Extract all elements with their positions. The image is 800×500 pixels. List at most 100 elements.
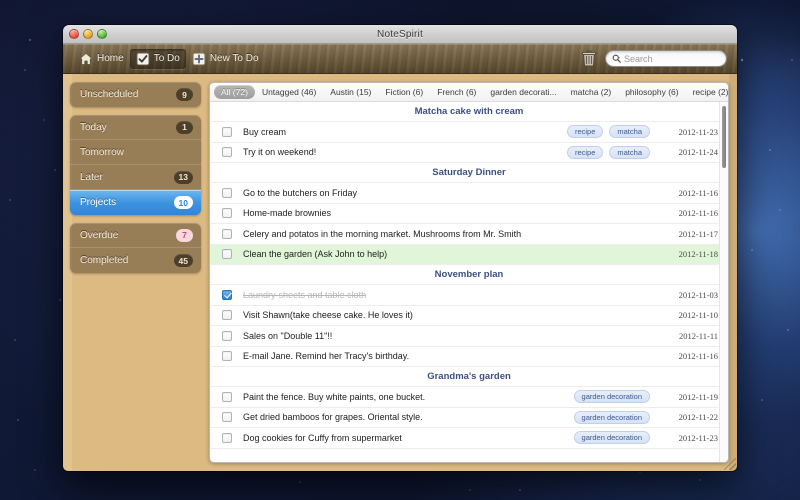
todo-row[interactable]: E-mail Jane. Remind her Tracy's birthday…	[210, 346, 728, 367]
sidebar-item-overdue[interactable]: Overdue 7	[70, 223, 201, 248]
sidebar-item-later[interactable]: Later 13	[70, 165, 201, 190]
todo-date: 2012-11-03	[678, 289, 718, 300]
checkbox-checked-icon[interactable]	[222, 289, 232, 300]
tag-pill[interactable]: recipe	[566, 145, 604, 159]
toolbar-button-new-todo[interactable]: New To Do	[186, 49, 265, 69]
search-input[interactable]	[624, 53, 720, 64]
todo-date: 2012-11-24	[678, 147, 718, 158]
sidebar-item-badge: 9	[176, 88, 193, 101]
tag-filter-all[interactable]: All (72)	[214, 85, 255, 99]
sidebar-item-badge: 45	[173, 254, 193, 267]
tag-filter-untagged[interactable]: Untagged (46)	[255, 85, 323, 99]
vertical-scrollbar[interactable]	[719, 102, 728, 462]
todo-tags: garden decoration	[573, 431, 650, 445]
toolbar: Home To Do New To Do	[63, 44, 737, 74]
todo-text: Paint the fence. Buy white paints, one b…	[243, 391, 426, 402]
toolbar-button-todo[interactable]: To Do	[129, 48, 186, 69]
todo-date: 2012-11-23	[678, 432, 718, 443]
tag-filter-bar: All (72) Untagged (46) Austin (15) Ficti…	[210, 83, 728, 102]
checkbox-icon[interactable]	[222, 351, 232, 362]
sidebar-item-label: Unscheduled	[80, 89, 139, 100]
tag-filter-french[interactable]: French (6)	[430, 85, 483, 99]
todo-group-header: Saturday Dinner	[210, 163, 728, 183]
toolbar-button-home[interactable]: Home	[73, 49, 130, 69]
todo-row[interactable]: Buy cream recipe matcha 2012-11-23	[210, 122, 728, 143]
todo-row[interactable]: Get dried bamboos for grapes. Oriental s…	[210, 407, 728, 428]
todo-tags: garden decoration	[573, 390, 650, 404]
todo-row[interactable]: Clean the garden (Ask John to help) 2012-…	[210, 244, 728, 265]
sidebar-item-today[interactable]: Today 1	[70, 115, 201, 140]
tag-filter-fiction[interactable]: Fiction (6)	[378, 85, 430, 99]
checkbox-icon	[136, 52, 149, 65]
title-bar[interactable]: NoteSpirit	[63, 25, 737, 44]
todo-row[interactable]: Paint the fence. Buy white paints, one b…	[210, 387, 728, 408]
sidebar-item-label: Completed	[80, 255, 129, 266]
sidebar-group-3: Overdue 7 Completed 45	[70, 223, 201, 273]
todo-date: 2012-11-23	[678, 126, 718, 137]
sidebar-group-2: Today 1 Tomorrow Later 13 Projects 10	[70, 115, 201, 215]
sidebar-item-completed[interactable]: Completed 45	[70, 248, 201, 273]
todo-row[interactable]: Sales on "Double 11"!! 2012-11-11	[210, 326, 728, 347]
todo-list-wrapper: Matcha cake with cream Buy cream recipe mat…	[210, 102, 728, 462]
tag-filter-austin[interactable]: Austin (15)	[323, 85, 378, 99]
tag-pill[interactable]: matcha	[609, 125, 650, 139]
todo-list: Matcha cake with cream Buy cream recipe mat…	[210, 102, 728, 462]
todo-text: Try it on weekend!	[243, 147, 317, 158]
scrollbar-thumb[interactable]	[722, 106, 726, 168]
close-button[interactable]	[69, 29, 79, 39]
todo-row[interactable]: Dog cookies for Cuffy from supermarket ga…	[210, 428, 728, 449]
tag-pill[interactable]: garden decoration	[573, 390, 650, 404]
todo-text: E-mail Jane. Remind her Tracy's birthday…	[243, 351, 410, 362]
checkbox-icon[interactable]	[222, 126, 232, 137]
sidebar-item-badge: 13	[173, 170, 193, 184]
new-todo-icon	[192, 52, 205, 65]
tag-filter-recipe[interactable]: recipe (2)	[686, 85, 728, 99]
todo-text: Dog cookies for Cuffy from supermarket	[243, 432, 402, 443]
todo-row[interactable]: Go to the butchers on Friday 2012-11-16	[210, 183, 728, 204]
sidebar-item-label: Today	[80, 121, 107, 133]
sidebar-group-1: Unscheduled 9	[70, 82, 201, 107]
sidebar-item-unscheduled[interactable]: Unscheduled 9	[70, 82, 201, 107]
todo-row[interactable]: Home-made brownies 2012-11-16	[210, 203, 728, 224]
todo-date: 2012-11-11	[678, 330, 718, 341]
todo-text: Clean the garden (Ask John to help)	[243, 249, 388, 260]
todo-text: Buy cream	[243, 126, 287, 137]
checkbox-icon[interactable]	[222, 432, 232, 443]
trash-icon[interactable]	[581, 50, 597, 67]
todo-text: Go to the butchers on Friday	[243, 187, 358, 198]
search-field[interactable]	[605, 50, 727, 67]
checkbox-icon[interactable]	[222, 330, 232, 341]
checkbox-icon[interactable]	[222, 412, 232, 423]
sidebar-item-badge: 7	[176, 228, 193, 242]
todo-row[interactable]: Laundry-sheets and table cloth 2012-11-03	[210, 285, 728, 306]
checkbox-icon[interactable]	[222, 208, 232, 219]
checkbox-icon[interactable]	[222, 147, 232, 158]
checkbox-icon[interactable]	[222, 310, 232, 321]
sidebar-item-label: Later	[80, 171, 103, 183]
sidebar-item-projects[interactable]: Projects 10	[70, 190, 201, 215]
minimize-button[interactable]	[83, 29, 93, 39]
sidebar: Unscheduled 9 Today 1 Tomorrow Later 13	[70, 82, 201, 463]
search-icon	[612, 54, 621, 63]
tag-pill[interactable]: garden decoration	[573, 431, 650, 445]
zoom-button[interactable]	[97, 29, 107, 39]
tag-filter-matcha[interactable]: matcha (2)	[564, 85, 619, 99]
todo-row[interactable]: Celery and potatos in the morning market…	[210, 224, 728, 245]
tag-filter-garden-decoration[interactable]: garden decorati...	[483, 85, 563, 99]
todo-date: 2012-11-16	[678, 187, 718, 198]
checkbox-icon[interactable]	[222, 187, 232, 198]
window-body: Unscheduled 9 Today 1 Tomorrow Later 13	[63, 74, 737, 471]
tag-pill[interactable]: recipe	[566, 125, 604, 139]
todo-row[interactable]: Visit Shawn(take cheese cake. He loves i…	[210, 305, 728, 326]
todo-text: Laundry-sheets and table cloth	[243, 289, 367, 300]
checkbox-icon[interactable]	[222, 249, 232, 260]
todo-row[interactable]: Try it on weekend! recipe matcha 2012-11-24	[210, 142, 728, 163]
tag-pill[interactable]: garden decoration	[573, 410, 650, 424]
tag-pill[interactable]: matcha	[609, 145, 650, 159]
desktop-wallpaper: NoteSpirit Home To Do New To Do Search U…	[0, 0, 800, 500]
checkbox-icon[interactable]	[222, 391, 232, 402]
checkbox-icon[interactable]	[222, 228, 232, 239]
todo-date: 2012-11-17	[678, 228, 718, 239]
tag-filter-philosophy[interactable]: philosophy (6)	[618, 85, 685, 99]
sidebar-item-tomorrow[interactable]: Tomorrow	[70, 140, 201, 165]
